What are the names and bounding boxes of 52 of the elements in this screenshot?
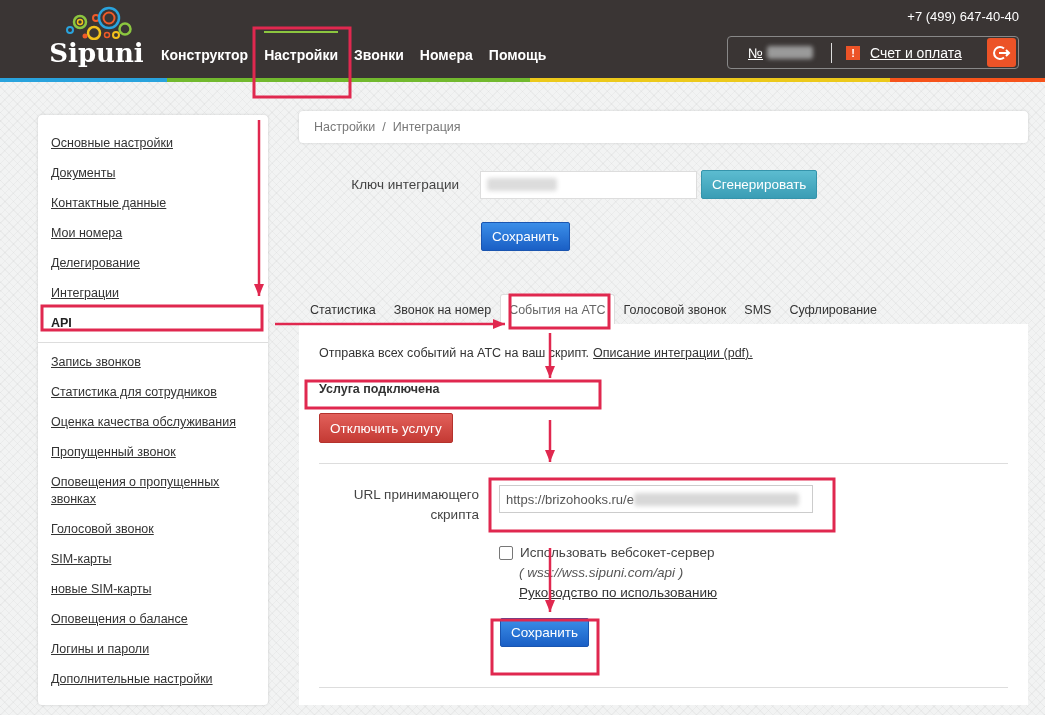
account-number-link[interactable]: № xyxy=(748,44,814,61)
redacted-text xyxy=(487,178,557,191)
sidebar-link[interactable]: Контактные данные xyxy=(50,189,256,219)
nav-link[interactable]: Настройки xyxy=(264,45,338,65)
tab[interactable]: Голосовой звонок xyxy=(614,294,736,324)
save-button[interactable]: Сохранить xyxy=(500,618,590,647)
sidebar-link[interactable]: новые SIM-карты xyxy=(50,575,256,605)
pdf-link[interactable]: Описание интеграции (pdf). xyxy=(593,346,753,360)
sidebar-link[interactable]: Оповещения о пропущенных звонках xyxy=(50,468,256,515)
logo-text[interactable]: Sipuni xyxy=(49,40,144,66)
sidebar-link[interactable]: Дополнительные настройки xyxy=(50,665,256,695)
checkbox[interactable] xyxy=(499,545,513,560)
nav-link[interactable]: Звонки xyxy=(354,45,404,65)
sidebar-link[interactable]: Голосовой звонок xyxy=(50,515,256,545)
key-field[interactable] xyxy=(480,170,697,199)
sidebar-link[interactable]: Оповещения о балансе xyxy=(50,605,256,635)
alert-badge: ! xyxy=(846,45,861,60)
breadcrumb-item[interactable]: Интеграция xyxy=(392,120,461,134)
redacted-text xyxy=(767,46,814,59)
save-button[interactable]: Сохранить xyxy=(481,222,571,251)
breadcrumb-separator: / xyxy=(382,120,386,134)
sidebar-link[interactable]: Пропущенный звонок xyxy=(50,438,256,468)
disable-service-button[interactable]: Отключить услугу xyxy=(319,413,453,443)
sidebar-link[interactable]: SIM-карты xyxy=(50,545,256,575)
sidebar-link[interactable]: Оценка качества обслуживания xyxy=(50,408,256,438)
billing-link[interactable]: Счет и оплата xyxy=(870,44,962,61)
sidebar-link[interactable]: Интеграции xyxy=(50,279,256,309)
tab[interactable]: Звонок на номер xyxy=(384,294,501,324)
sidebar-link[interactable]: Документы xyxy=(50,159,256,189)
description-text: Отправка всех событий на АТС на ваш скрипт. xyxy=(319,346,590,360)
sidebar-link[interactable]: API xyxy=(50,309,256,339)
logout-button[interactable] xyxy=(987,38,1016,67)
phone-number: +7 (499) 647-40-40 xyxy=(907,9,1019,26)
sidebar-link[interactable]: Логины и пароли xyxy=(50,635,256,665)
sidebar-link[interactable]: Делегирование xyxy=(50,249,256,279)
annotation-arrow xyxy=(545,420,555,462)
tab[interactable]: Суфлирование xyxy=(780,294,887,324)
logout-icon xyxy=(992,43,1011,62)
sidebar-link[interactable]: Запись звонков xyxy=(50,348,256,378)
status-text: Услуга подключена xyxy=(319,382,441,396)
sidebar-link[interactable]: Основные настройки xyxy=(50,129,256,159)
nav-link[interactable]: Номера xyxy=(419,45,473,65)
nav-link[interactable]: Помощь xyxy=(488,45,547,65)
sidebar-link[interactable]: Статистика для сотрудников xyxy=(50,378,256,408)
url-field[interactable]: https://brizohooks.ru/e xyxy=(499,485,813,513)
field-label: Ключ интеграции xyxy=(350,177,459,192)
breadcrumb-item[interactable]: Настройки xyxy=(314,120,376,134)
tab[interactable]: SMS xyxy=(735,294,781,324)
sidebar-link[interactable]: Мои номера xyxy=(50,219,256,249)
tab[interactable]: Статистика xyxy=(301,294,385,324)
field-label: URL принимающего скрипта xyxy=(352,486,479,524)
nav-link[interactable]: Конструктор xyxy=(161,45,249,65)
